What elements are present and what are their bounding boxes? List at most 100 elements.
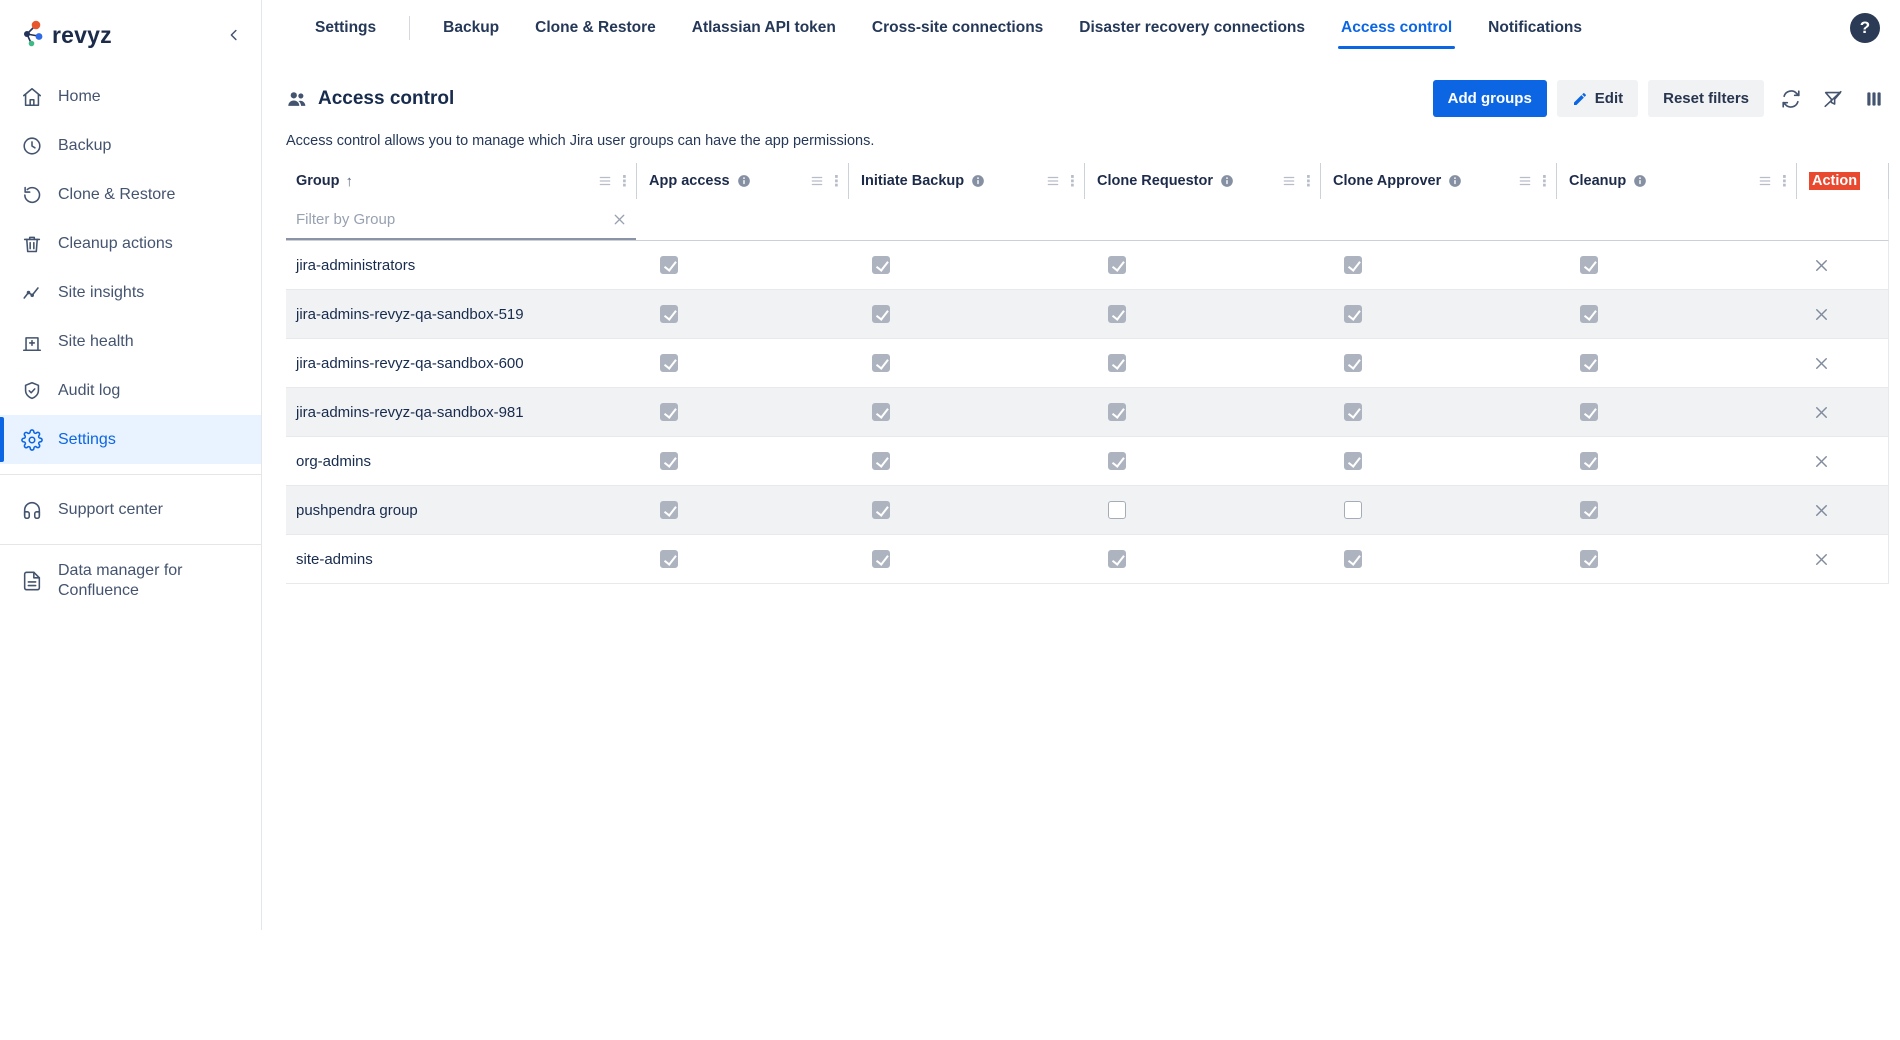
column-menu-icon[interactable] xyxy=(810,174,824,188)
info-icon[interactable] xyxy=(1448,174,1462,188)
column-header-action[interactable]: Action xyxy=(1796,163,1889,199)
permission-checkbox[interactable] xyxy=(1108,403,1126,421)
reset-filters-button[interactable]: Reset filters xyxy=(1648,80,1764,117)
permission-checkbox[interactable] xyxy=(1580,403,1598,421)
permission-checkbox[interactable] xyxy=(1344,501,1362,519)
permission-checkbox[interactable] xyxy=(872,354,890,372)
column-header-clone-approver[interactable]: Clone Approver ⋮ xyxy=(1320,163,1556,199)
column-header-app-access[interactable]: App access ⋮ xyxy=(636,163,848,199)
column-drag-icon[interactable]: ⋮ xyxy=(1065,174,1080,189)
permission-checkbox[interactable] xyxy=(1344,452,1362,470)
permission-checkbox[interactable] xyxy=(1580,305,1598,323)
permission-checkbox[interactable] xyxy=(1580,354,1598,372)
permission-checkbox[interactable] xyxy=(660,403,678,421)
permission-checkbox[interactable] xyxy=(1344,256,1362,274)
permission-checkbox[interactable] xyxy=(872,403,890,421)
permission-checkbox[interactable] xyxy=(1108,550,1126,568)
permission-checkbox[interactable] xyxy=(660,354,678,372)
clear-filter-icon[interactable] xyxy=(611,211,628,228)
column-header-initiate-backup[interactable]: Initiate Backup ⋮ xyxy=(848,163,1084,199)
column-menu-icon[interactable] xyxy=(1758,174,1772,188)
permission-checkbox[interactable] xyxy=(1344,354,1362,372)
permission-checkbox[interactable] xyxy=(1108,452,1126,470)
column-header-cleanup[interactable]: Cleanup ⋮ xyxy=(1556,163,1796,199)
permission-checkbox[interactable] xyxy=(1580,550,1598,568)
column-drag-icon[interactable]: ⋮ xyxy=(1301,174,1316,189)
column-header-group[interactable]: Group ↑ ⋮ xyxy=(286,163,636,199)
remove-group-icon[interactable] xyxy=(1812,305,1831,324)
permission-checkbox[interactable] xyxy=(660,305,678,323)
refresh-button[interactable] xyxy=(1776,84,1806,114)
tab-backup[interactable]: Backup xyxy=(440,0,502,56)
permission-checkbox[interactable] xyxy=(1344,403,1362,421)
remove-group-icon[interactable] xyxy=(1812,403,1831,422)
permission-checkbox[interactable] xyxy=(872,305,890,323)
permission-cell xyxy=(1556,437,1796,485)
remove-group-icon[interactable] xyxy=(1812,550,1831,569)
permission-checkbox[interactable] xyxy=(660,501,678,519)
edit-button[interactable]: Edit xyxy=(1557,80,1638,117)
sort-asc-icon[interactable]: ↑ xyxy=(346,173,354,190)
group-name-cell: org-admins xyxy=(286,437,636,485)
pencil-icon xyxy=(1572,91,1588,107)
info-icon[interactable] xyxy=(1220,174,1234,188)
permission-checkbox[interactable] xyxy=(660,256,678,274)
permission-checkbox[interactable] xyxy=(872,256,890,274)
sidebar-item-site-health[interactable]: Site health xyxy=(0,317,261,366)
column-menu-icon[interactable] xyxy=(1282,174,1296,188)
permission-checkbox[interactable] xyxy=(872,501,890,519)
sidebar-nav-primary: Home Backup Clone & Restore Cleanup acti… xyxy=(0,72,261,464)
column-menu-icon[interactable] xyxy=(1046,174,1060,188)
tab-access-control[interactable]: Access control xyxy=(1338,0,1455,56)
column-menu-icon[interactable] xyxy=(1518,174,1532,188)
sidebar-item-settings[interactable]: Settings xyxy=(0,415,261,464)
sidebar-item-cleanup-actions[interactable]: Cleanup actions xyxy=(0,219,261,268)
permission-checkbox[interactable] xyxy=(1344,550,1362,568)
column-drag-icon[interactable]: ⋮ xyxy=(617,174,632,189)
remove-group-icon[interactable] xyxy=(1812,354,1831,373)
sidebar-item-home[interactable]: Home xyxy=(0,72,261,121)
group-filter-input[interactable] xyxy=(296,211,611,228)
column-drag-icon[interactable]: ⋮ xyxy=(1777,174,1792,189)
remove-group-icon[interactable] xyxy=(1812,501,1831,520)
clear-filters-button[interactable] xyxy=(1818,84,1848,114)
tab-settings[interactable]: Settings xyxy=(312,0,379,56)
sidebar-item-data-manager-for-confluence[interactable]: Data manager for Confluence xyxy=(0,555,261,607)
column-menu-icon[interactable] xyxy=(598,174,612,188)
permission-checkbox[interactable] xyxy=(1580,452,1598,470)
tab-disaster-recovery-connections[interactable]: Disaster recovery connections xyxy=(1076,0,1308,56)
remove-group-icon[interactable] xyxy=(1812,452,1831,471)
permission-checkbox[interactable] xyxy=(1108,305,1126,323)
help-button[interactable]: ? xyxy=(1850,13,1880,43)
column-drag-icon[interactable]: ⋮ xyxy=(1537,174,1552,189)
sidebar-item-support-center[interactable]: Support center xyxy=(0,485,261,534)
permission-checkbox[interactable] xyxy=(1108,501,1126,519)
sidebar-collapse-button[interactable] xyxy=(221,22,247,48)
add-groups-button[interactable]: Add groups xyxy=(1433,80,1547,117)
column-drag-icon[interactable]: ⋮ xyxy=(829,174,844,189)
sidebar-item-clone-restore[interactable]: Clone & Restore xyxy=(0,170,261,219)
info-icon[interactable] xyxy=(737,174,751,188)
tab-cross-site-connections[interactable]: Cross-site connections xyxy=(869,0,1046,56)
permission-checkbox[interactable] xyxy=(1344,305,1362,323)
permission-checkbox[interactable] xyxy=(660,550,678,568)
permission-checkbox[interactable] xyxy=(872,452,890,470)
info-icon[interactable] xyxy=(971,174,985,188)
remove-group-icon[interactable] xyxy=(1812,256,1831,275)
sidebar-item-site-insights[interactable]: Site insights xyxy=(0,268,261,317)
permission-checkbox[interactable] xyxy=(1108,256,1126,274)
sidebar-item-backup[interactable]: Backup xyxy=(0,121,261,170)
permission-checkbox[interactable] xyxy=(1580,501,1598,519)
permission-checkbox[interactable] xyxy=(1580,256,1598,274)
column-header-clone-requestor[interactable]: Clone Requestor ⋮ xyxy=(1084,163,1320,199)
permission-checkbox[interactable] xyxy=(872,550,890,568)
columns-button[interactable] xyxy=(1860,85,1888,113)
tab-atlassian-api-token[interactable]: Atlassian API token xyxy=(689,0,839,56)
info-icon[interactable] xyxy=(1633,174,1647,188)
permission-checkbox[interactable] xyxy=(660,452,678,470)
tab-clone-restore[interactable]: Clone & Restore xyxy=(532,0,659,56)
sidebar-item-audit-log[interactable]: Audit log xyxy=(0,366,261,415)
tab-notifications[interactable]: Notifications xyxy=(1485,0,1585,56)
group-name-cell: jira-admins-revyz-qa-sandbox-981 xyxy=(286,388,636,436)
permission-checkbox[interactable] xyxy=(1108,354,1126,372)
